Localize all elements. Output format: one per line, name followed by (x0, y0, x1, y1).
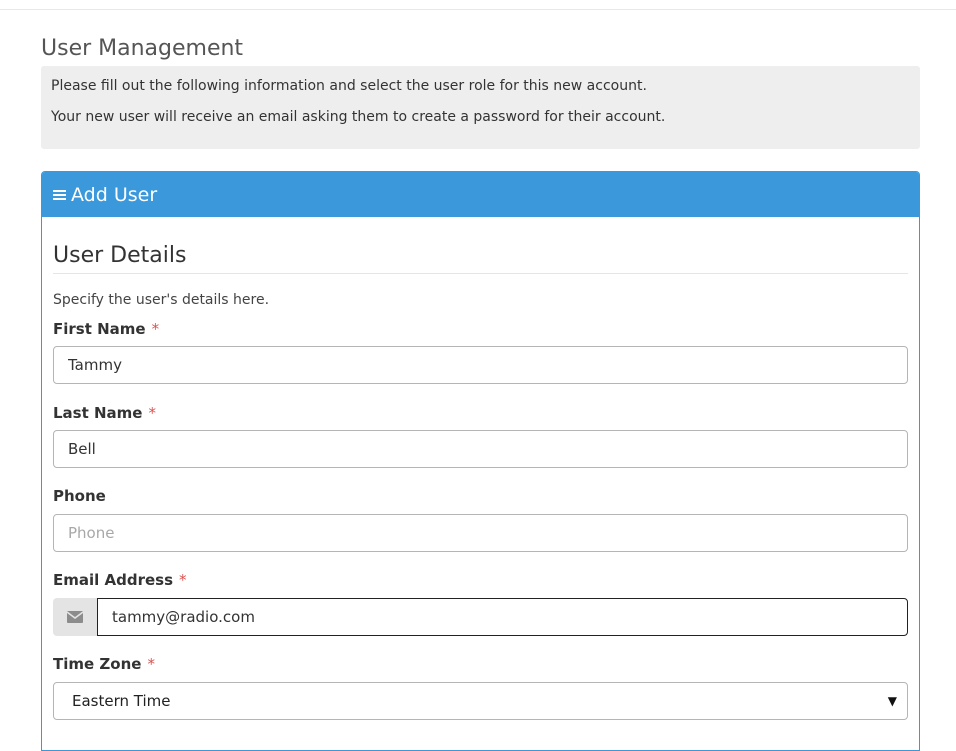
time-zone-select[interactable]: Eastern Time ▼ (53, 682, 908, 720)
first-name-label: First Name * (53, 320, 160, 338)
envelope-icon (53, 598, 97, 636)
time-zone-selected: Eastern Time (72, 692, 171, 710)
info-line-2: Your new user will receive an email aski… (51, 109, 666, 125)
email-input-group (53, 598, 908, 636)
first-name-field[interactable] (53, 346, 908, 384)
top-nav-edge (0, 0, 956, 10)
required-marker: * (179, 571, 187, 589)
phone-label: Phone (53, 487, 106, 505)
section-title: User Details (53, 243, 187, 268)
info-line-1: Please fill out the following informatio… (51, 78, 647, 94)
required-marker: * (148, 404, 156, 422)
add-user-panel: Add User User Details Specify the user's… (41, 171, 920, 751)
phone-field[interactable] (53, 514, 908, 552)
required-marker: * (147, 655, 155, 673)
email-field[interactable] (97, 598, 908, 636)
panel-heading-label: Add User (71, 183, 158, 206)
section-divider (53, 273, 908, 274)
last-name-field[interactable] (53, 430, 908, 468)
time-zone-label: Time Zone * (53, 655, 155, 673)
page-title: User Management (41, 36, 244, 61)
email-label: Email Address * (53, 571, 187, 589)
section-description: Specify the user's details here. (53, 292, 270, 308)
caret-down-icon: ▼ (887, 694, 897, 708)
hamburger-icon (53, 188, 66, 202)
required-marker: * (151, 320, 160, 338)
panel-heading: Add User (42, 172, 919, 217)
last-name-label: Last Name * (53, 404, 156, 422)
info-box: Please fill out the following informatio… (41, 66, 920, 149)
